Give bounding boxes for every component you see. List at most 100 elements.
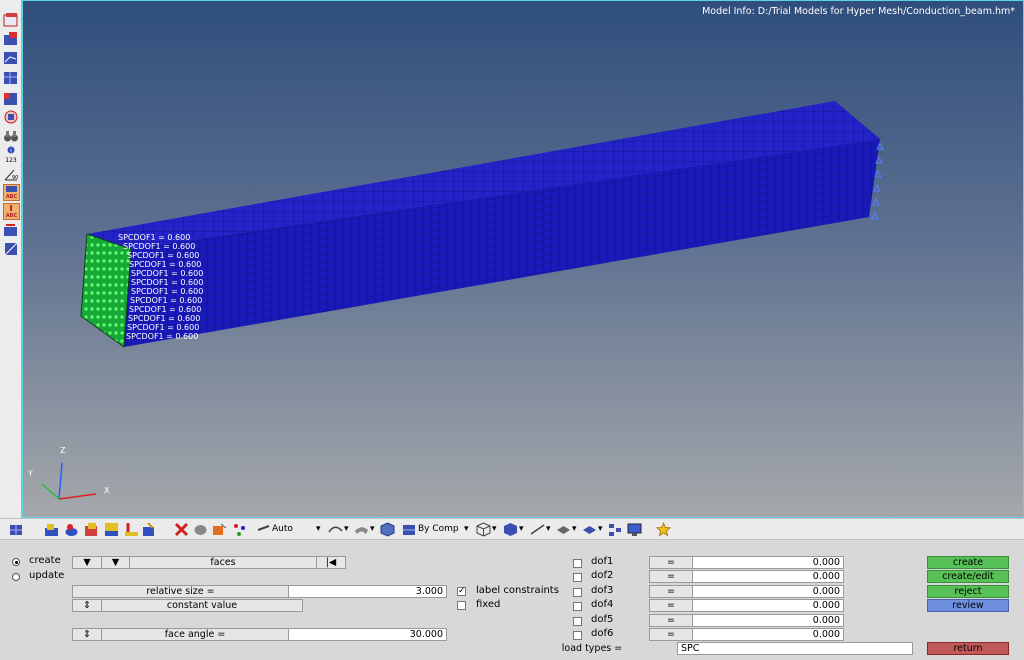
line-icon[interactable] xyxy=(530,522,545,537)
curve-icon[interactable] xyxy=(328,522,343,537)
review-button[interactable]: review xyxy=(927,599,1009,612)
dof5-field[interactable]: 0.000 xyxy=(692,614,844,627)
load-types-field[interactable]: SPC xyxy=(677,642,913,655)
dof6-checkbox[interactable] xyxy=(573,631,582,640)
graph-icon[interactable] xyxy=(232,522,247,537)
abc-label-icon[interactable]: ABC xyxy=(3,184,20,201)
display-icon-3[interactable] xyxy=(84,522,99,537)
element-display-icon[interactable] xyxy=(582,522,597,537)
edit-icon[interactable] xyxy=(3,241,19,257)
display-icon-4[interactable] xyxy=(104,522,119,537)
display-icon-6[interactable] xyxy=(142,522,157,537)
abc-load-icon[interactable]: ABC xyxy=(3,203,20,220)
cube-icon[interactable] xyxy=(380,522,395,537)
info-123-text: 123 xyxy=(5,157,17,164)
entity-select-dropdown[interactable]: ▼ xyxy=(101,556,130,569)
svg-text:SPCDOF1 = 0.600: SPCDOF1 = 0.600 xyxy=(129,260,201,269)
fixed-checkbox[interactable] xyxy=(457,601,466,610)
auto-dropdown[interactable]: Auto xyxy=(272,524,293,534)
info-123-icon[interactable]: i 123 xyxy=(3,146,19,164)
svg-text:SPCDOF1 = 0.600: SPCDOF1 = 0.600 xyxy=(127,323,199,332)
constant-value-button[interactable]: constant value xyxy=(101,599,303,612)
dof1-checkbox[interactable] xyxy=(573,559,582,568)
svg-text:SPCDOF1 = 0.600: SPCDOF1 = 0.600 xyxy=(131,287,203,296)
angle-icon[interactable]: 90° xyxy=(3,166,21,182)
chevron-down-icon[interactable]: ▾ xyxy=(572,524,577,534)
relative-size-field[interactable]: 3.000 xyxy=(288,585,447,598)
chevron-down-icon[interactable]: ▾ xyxy=(598,524,603,534)
mask-icon[interactable] xyxy=(193,522,208,537)
chevron-down-icon[interactable]: ▾ xyxy=(370,524,375,534)
dof5-checkbox[interactable] xyxy=(573,617,582,626)
graphics-viewport[interactable]: Model Info: D:/Trial Models for Hyper Me… xyxy=(22,0,1024,518)
star-icon[interactable] xyxy=(655,521,672,537)
surface-icon[interactable] xyxy=(354,522,369,537)
monitor-icon[interactable] xyxy=(627,522,642,537)
constant-value-toggle[interactable]: ⇕ xyxy=(72,599,102,612)
move-icon[interactable] xyxy=(3,222,19,238)
label-constraints-checkbox[interactable]: ✓ xyxy=(457,587,466,596)
panel-icon-5[interactable] xyxy=(3,91,19,107)
component-view-icon[interactable] xyxy=(9,522,24,537)
radio-update[interactable] xyxy=(12,573,20,581)
entity-type-dropdown[interactable]: ▼ xyxy=(72,556,102,569)
label-constraints-label: label constraints xyxy=(476,585,559,596)
chevron-down-icon[interactable]: ▾ xyxy=(546,524,551,534)
dof1-field[interactable]: 0.000 xyxy=(692,556,844,569)
by-comp-dropdown[interactable]: By Comp xyxy=(418,524,459,534)
dof6-field[interactable]: 0.000 xyxy=(692,628,844,641)
faces-button[interactable]: faces xyxy=(129,556,317,569)
axis-z-label: Z xyxy=(60,446,66,455)
plane-icon[interactable] xyxy=(556,522,571,537)
display-icon-1[interactable] xyxy=(44,522,59,537)
chevron-down-icon[interactable]: ▾ xyxy=(316,524,321,534)
graph-nodes-icon[interactable] xyxy=(608,522,623,537)
wireframe-icon[interactable] xyxy=(476,522,491,537)
svg-text:ABC: ABC xyxy=(6,194,18,200)
find-icon[interactable] xyxy=(212,522,227,537)
panel-icon-2[interactable] xyxy=(3,31,19,47)
face-angle-label: face angle = xyxy=(101,628,289,641)
delete-icon[interactable] xyxy=(174,522,189,537)
dof1-operator: = xyxy=(649,556,693,569)
chevron-down-icon[interactable]: ▾ xyxy=(519,524,524,534)
chevron-down-icon[interactable]: ▾ xyxy=(492,524,497,534)
return-button[interactable]: return xyxy=(927,642,1009,655)
dof5-operator: = xyxy=(649,614,693,627)
axis-x-label: X xyxy=(104,486,110,495)
radio-create[interactable] xyxy=(12,558,20,566)
dof2-field[interactable]: 0.000 xyxy=(692,570,844,583)
face-angle-toggle[interactable]: ⇕ xyxy=(72,628,102,641)
display-icon-2[interactable] xyxy=(64,522,79,537)
panel-icon-6[interactable] xyxy=(3,109,19,125)
shaded-icon[interactable] xyxy=(503,522,518,537)
spc-labels: SPCDOF1 = 0.600 SPCDOF1 = 0.600 SPCDOF1 … xyxy=(118,233,203,341)
dof2-checkbox[interactable] xyxy=(573,573,582,582)
chevron-down-icon[interactable]: ▾ xyxy=(344,524,349,534)
svg-text:SPCDOF1 = 0.600: SPCDOF1 = 0.600 xyxy=(118,233,190,242)
relative-size-label: relative size = xyxy=(72,585,289,598)
left-toolbar: i 123 90° ABC ABC xyxy=(0,0,22,518)
dof3-checkbox[interactable] xyxy=(573,588,582,597)
binoculars-icon[interactable] xyxy=(3,128,19,144)
radio-update-label: update xyxy=(29,570,65,581)
panel-icon-4[interactable] xyxy=(3,70,19,86)
display-icon-5[interactable] xyxy=(124,522,139,537)
axis-triad: X Z Y xyxy=(27,446,110,500)
svg-text:SPCDOF1 = 0.600: SPCDOF1 = 0.600 xyxy=(123,242,195,251)
beam-mesh: SPCDOF1 = 0.600 SPCDOF1 = 0.600 SPCDOF1 … xyxy=(27,101,884,500)
create-edit-button[interactable]: create/edit xyxy=(927,570,1009,583)
reject-button[interactable]: reject xyxy=(927,585,1009,598)
axis-y-label: Y xyxy=(27,469,33,478)
by-comp-icon[interactable] xyxy=(402,522,417,537)
reset-selection-button[interactable]: |◀ xyxy=(316,556,346,569)
dof4-checkbox[interactable] xyxy=(573,602,582,611)
panel-icon-3[interactable] xyxy=(3,50,19,66)
create-button[interactable]: create xyxy=(927,556,1009,569)
panel-icon-1[interactable] xyxy=(3,12,19,28)
dof4-field[interactable]: 0.000 xyxy=(692,599,844,612)
face-angle-field[interactable]: 30.000 xyxy=(288,628,447,641)
dof3-field[interactable]: 0.000 xyxy=(692,585,844,598)
auto-icon[interactable] xyxy=(256,522,271,537)
chevron-down-icon[interactable]: ▾ xyxy=(464,524,469,534)
